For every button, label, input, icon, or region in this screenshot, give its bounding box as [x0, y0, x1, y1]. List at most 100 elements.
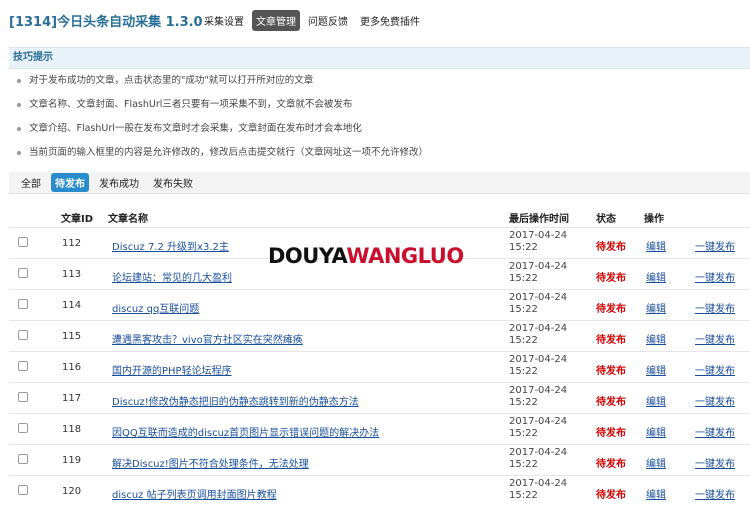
time-date: 2017-04-24 [509, 323, 568, 334]
tip-item: 文章介绍、FlashUrl一般在发布文章时才会采集，文章封面在发布时才会本地化 [9, 117, 750, 141]
tips-panel: 技巧提示 对于发布成功的文章，点击状态里的"成功"就可以打开所对应的文章 文章名… [9, 47, 750, 170]
tip-item: 当前页面的输入框里的内容是允许修改的，修改后点击提交就行（文章网址这一项不允许修… [9, 141, 750, 165]
time-clock: 15:22 [509, 490, 538, 501]
last-operation-time: 2017-04-24 15:22 [509, 354, 567, 378]
article-id: 116 [62, 362, 82, 373]
bullet-icon [17, 127, 21, 131]
publish-link[interactable]: 一键发布 [695, 486, 735, 501]
app-title: [1314]今日头条自动采集 1.3.0 [9, 15, 203, 30]
last-operation-time: 2017-04-24 15:22 [509, 323, 567, 347]
tip-item: 对于发布成功的文章，点击状态里的"成功"就可以打开所对应的文章 [9, 69, 750, 93]
time-date: 2017-04-24 [509, 261, 568, 272]
status-badge: 待发布 [596, 242, 626, 253]
row-checkbox[interactable] [18, 299, 28, 309]
edit-link[interactable]: 编辑 [646, 269, 666, 284]
nav-collect-settings[interactable]: 采集设置 [200, 10, 248, 31]
row-checkbox[interactable] [18, 423, 28, 433]
publish-link[interactable]: 一键发布 [695, 455, 735, 470]
header-name: 文章名称 [108, 214, 148, 225]
table-row: 117 Discuz!修改伪静态把旧的伪静态跳转到新的伪静态方法 2017-04-2… [9, 382, 750, 413]
edit-link[interactable]: 编辑 [646, 424, 666, 439]
nav-article-management[interactable]: 文章管理 [252, 10, 300, 31]
publish-link[interactable]: 一键发布 [695, 362, 735, 377]
top-bar: [1314]今日头条自动采集 1.3.0 采集设置 文章管理 问题反馈 更多免费… [0, 0, 750, 40]
article-id: 120 [62, 486, 82, 497]
bullet-icon [17, 103, 21, 107]
edit-link[interactable]: 编辑 [646, 300, 666, 315]
last-operation-time: 2017-04-24 15:22 [509, 416, 567, 440]
row-checkbox[interactable] [18, 454, 28, 464]
nav-feedback[interactable]: 问题反馈 [304, 10, 352, 31]
time-date: 2017-04-24 [509, 478, 568, 489]
filter-pending[interactable]: 待发布 [51, 173, 89, 192]
bullet-icon [17, 79, 21, 83]
watermark-logo: DOUYAWANGLUO [268, 244, 464, 268]
time-clock: 15:22 [509, 366, 538, 377]
article-title-link[interactable]: 解决Discuz!图片不符合处理条件，无法处理 [112, 455, 309, 470]
publish-link[interactable]: 一键发布 [695, 238, 735, 253]
article-id: 114 [62, 300, 82, 311]
top-nav: 采集设置 文章管理 问题反馈 更多免费插件 [200, 10, 424, 31]
header-action: 操作 [644, 214, 664, 225]
time-clock: 15:22 [509, 428, 538, 439]
header-id: 文章ID [61, 214, 94, 225]
row-checkbox[interactable] [18, 485, 28, 495]
article-title-link[interactable]: discuz qq互联问题 [112, 300, 199, 315]
row-checkbox[interactable] [18, 268, 28, 278]
article-title-link[interactable]: discuz 帖子列表页调用封面图片教程 [112, 486, 277, 501]
row-checkbox[interactable] [18, 330, 28, 340]
row-checkbox[interactable] [18, 237, 28, 247]
status-badge: 待发布 [596, 397, 626, 408]
article-id: 113 [62, 269, 82, 280]
last-operation-time: 2017-04-24 15:22 [509, 447, 567, 471]
tip-text: 文章名称、文章封面、FlashUrl三者只要有一项采集不到，文章就不会被发布 [29, 99, 353, 110]
article-title-link[interactable]: 国内开源的PHP轻论坛程序 [112, 362, 232, 377]
table-row: 120 discuz 帖子列表页调用封面图片教程 2017-04-24 15:22 待发… [9, 475, 750, 506]
last-operation-time: 2017-04-24 15:22 [509, 230, 567, 254]
watermark-part1: DOUYA [268, 244, 347, 268]
edit-link[interactable]: 编辑 [646, 331, 666, 346]
time-date: 2017-04-24 [509, 447, 568, 458]
edit-link[interactable]: 编辑 [646, 393, 666, 408]
time-clock: 15:22 [509, 459, 538, 470]
publish-link[interactable]: 一键发布 [695, 331, 735, 346]
last-operation-time: 2017-04-24 15:22 [509, 261, 567, 285]
publish-link[interactable]: 一键发布 [695, 424, 735, 439]
time-clock: 15:22 [509, 242, 538, 253]
table-row: 118 因QQ互联而造成的discuz首页图片显示错误问题的解决办法 2017-04… [9, 413, 750, 444]
article-title-link[interactable]: Discuz!修改伪静态把旧的伪静态跳转到新的伪静态方法 [112, 393, 359, 408]
time-date: 2017-04-24 [509, 292, 568, 303]
edit-link[interactable]: 编辑 [646, 362, 666, 377]
time-clock: 15:22 [509, 335, 538, 346]
header-status: 状态 [596, 214, 616, 225]
row-checkbox[interactable] [18, 392, 28, 402]
table-row: 114 discuz qq互联问题 2017-04-24 15:22 待发布 编辑 一键发布 [9, 289, 750, 320]
table-body: 112 Discuz 7.2 升级到x3.2主 2017-04-24 15:22 待发布… [9, 227, 750, 506]
article-title-link[interactable]: Discuz 7.2 升级到x3.2主 [112, 238, 229, 253]
nav-more-plugins[interactable]: 更多免费插件 [356, 10, 424, 31]
article-id: 118 [62, 424, 82, 435]
article-title-link[interactable]: 论坛建站：常见的几大盈利 [112, 269, 232, 284]
filter-failed[interactable]: 发布失败 [149, 173, 197, 192]
edit-link[interactable]: 编辑 [646, 238, 666, 253]
filter-success[interactable]: 发布成功 [95, 173, 143, 192]
time-clock: 15:22 [509, 397, 538, 408]
edit-link[interactable]: 编辑 [646, 455, 666, 470]
last-operation-time: 2017-04-24 15:22 [509, 478, 567, 502]
status-badge: 待发布 [596, 304, 626, 315]
edit-link[interactable]: 编辑 [646, 486, 666, 501]
publish-link[interactable]: 一键发布 [695, 269, 735, 284]
article-id: 117 [62, 393, 82, 404]
publish-link[interactable]: 一键发布 [695, 300, 735, 315]
time-clock: 15:22 [509, 273, 538, 284]
status-badge: 待发布 [596, 459, 626, 470]
filter-all[interactable]: 全部 [17, 173, 45, 192]
tip-text: 当前页面的输入框里的内容是允许修改的，修改后点击提交就行（文章网址这一项不允许修… [29, 147, 429, 158]
status-badge: 待发布 [596, 273, 626, 284]
row-checkbox[interactable] [18, 361, 28, 371]
table-header: 文章ID 文章名称 最后操作时间 状态 操作 [9, 205, 750, 227]
article-title-link[interactable]: 因QQ互联而造成的discuz首页图片显示错误问题的解决办法 [112, 424, 379, 439]
article-id: 115 [62, 331, 82, 342]
publish-link[interactable]: 一键发布 [695, 393, 735, 408]
article-title-link[interactable]: 遭遇黑客攻击？vivo官方社区实在突然瘫痪 [112, 331, 303, 346]
